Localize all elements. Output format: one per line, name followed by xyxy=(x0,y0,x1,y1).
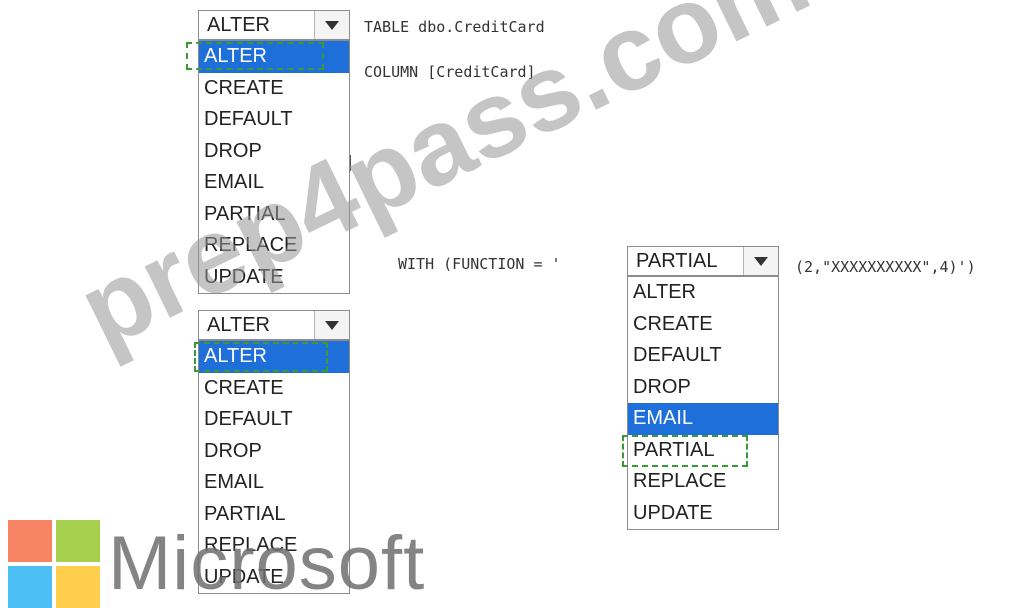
dropdown-1-option-create[interactable]: CREATE xyxy=(199,73,349,105)
code-with-prefix: WITH (FUNCTION = ' xyxy=(398,255,561,273)
dropdown-3-list: ALTER CREATE DEFAULT DROP EMAIL PARTIAL REPLAC… xyxy=(627,276,779,530)
dropdown-1-select[interactable]: ALTER xyxy=(198,10,350,40)
code-table-line: TABLE dbo.CreditCard xyxy=(364,18,545,36)
dropdown-3-option-update[interactable]: UPDATE xyxy=(628,498,778,530)
dropdown-2-option-alter[interactable]: ALTER xyxy=(199,341,349,373)
dropdown-2-value: ALTER xyxy=(207,314,270,336)
dropdown-3-option-replace[interactable]: REPLACE xyxy=(628,466,778,498)
dropdown-operation-1[interactable]: ALTER ALTER CREATE DEFAULT DROP EMAIL PARTIAL… xyxy=(198,10,350,295)
code-with-suffix: (2,"XXXXXXXXXX",4)') xyxy=(795,258,976,276)
dropdown-function[interactable]: PARTIAL ALTER CREATE DEFAULT DROP EMAIL PARTI… xyxy=(627,246,779,531)
logo-square-blue xyxy=(8,566,52,608)
dropdown-1-option-drop[interactable]: DROP xyxy=(199,136,349,168)
chevron-down-icon[interactable] xyxy=(743,247,778,275)
dropdown-3-value: PARTIAL xyxy=(636,250,718,272)
dropdown-1-option-update[interactable]: UPDATE xyxy=(199,262,349,294)
dropdown-2-option-replace[interactable]: REPLACE xyxy=(199,530,349,562)
dropdown-1-value: ALTER xyxy=(207,14,270,36)
dropdown-1-option-partial[interactable]: PARTIAL xyxy=(199,199,349,231)
microsoft-logo-icon xyxy=(8,520,108,608)
dropdown-1-option-replace[interactable]: REPLACE xyxy=(199,230,349,262)
chevron-down-icon[interactable] xyxy=(314,11,349,39)
dropdown-1-option-default[interactable]: DEFAULT xyxy=(199,104,349,136)
dropdown-2-option-update[interactable]: UPDATE xyxy=(199,562,349,594)
dropdown-2-select[interactable]: ALTER xyxy=(198,310,350,340)
dropdown-2-list: ALTER CREATE DEFAULT DROP EMAIL PARTIAL REPLAC… xyxy=(198,340,350,594)
dropdown-2-option-default[interactable]: DEFAULT xyxy=(199,404,349,436)
dropdown-2-option-partial[interactable]: PARTIAL xyxy=(199,499,349,531)
dropdown-3-option-create[interactable]: CREATE xyxy=(628,309,778,341)
dropdown-operation-2[interactable]: ALTER ALTER CREATE DEFAULT DROP EMAIL PARTIAL… xyxy=(198,310,350,595)
dropdown-2-option-email[interactable]: EMAIL xyxy=(199,467,349,499)
logo-square-red xyxy=(8,520,52,562)
dropdown-3-select[interactable]: PARTIAL xyxy=(627,246,779,276)
dropdown-3-option-alter[interactable]: ALTER xyxy=(628,277,778,309)
logo-square-yellow xyxy=(56,566,100,608)
dropdown-3-option-partial[interactable]: PARTIAL xyxy=(628,435,778,467)
dropdown-2-option-create[interactable]: CREATE xyxy=(199,373,349,405)
dropdown-3-option-email[interactable]: EMAIL xyxy=(628,403,778,435)
chevron-down-icon[interactable] xyxy=(314,311,349,339)
dropdown-3-option-default[interactable]: DEFAULT xyxy=(628,340,778,372)
dropdown-1-list: ALTER CREATE DEFAULT DROP EMAIL PARTIAL REPLAC… xyxy=(198,40,350,294)
dropdown-3-option-drop[interactable]: DROP xyxy=(628,372,778,404)
logo-square-green xyxy=(56,520,100,562)
dropdown-1-option-alter[interactable]: ALTER xyxy=(199,41,349,73)
code-column-line: COLUMN [CreditCard] xyxy=(364,63,536,81)
dropdown-2-option-drop[interactable]: DROP xyxy=(199,436,349,468)
dropdown-1-option-email[interactable]: EMAIL xyxy=(199,167,349,199)
